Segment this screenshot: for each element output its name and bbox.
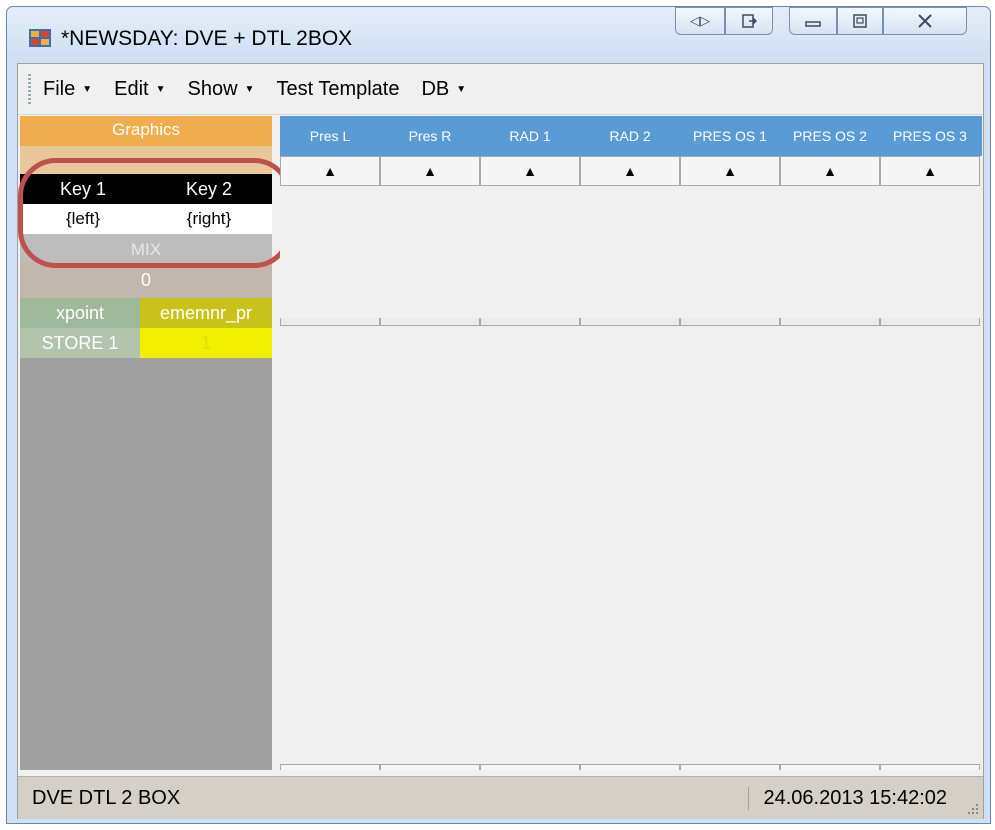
close-button[interactable] — [883, 7, 967, 35]
graphics-band — [20, 146, 272, 174]
scroll-down-button[interactable]: ▼ — [680, 764, 780, 770]
scroll-up-button[interactable]: ▲ — [580, 156, 680, 186]
up-arrow-icon: ▲ — [523, 163, 537, 179]
menu-test-template[interactable]: Test Template — [276, 78, 399, 101]
channel-strip-row — [280, 318, 982, 326]
channel-strip[interactable] — [880, 318, 980, 326]
minimize-icon — [805, 21, 821, 27]
channel-strip[interactable] — [580, 318, 680, 326]
dropdown-caret-icon: ▼ — [456, 83, 467, 95]
key-value-row: {left} {right} — [20, 204, 272, 234]
up-arrow-icon: ▲ — [723, 163, 737, 179]
mix-value[interactable]: 0 — [20, 262, 272, 298]
store-row: STORE 1 1 — [20, 328, 272, 358]
scroll-up-button[interactable]: ▲ — [480, 156, 580, 186]
column-header-row: Pres L Pres R RAD 1 RAD 2 PRES OS 1 PRES… — [280, 116, 982, 156]
scroll-down-button[interactable]: ▼ — [380, 764, 480, 770]
window-title: *NEWSDAY: DVE + DTL 2BOX — [61, 27, 353, 50]
mix-label: MIX — [20, 234, 272, 262]
key1-value[interactable]: {left} — [20, 204, 146, 234]
up-arrow-icon: ▲ — [423, 163, 437, 179]
dropdown-caret-icon: ▼ — [82, 83, 93, 95]
menu-file[interactable]: File ▼ — [43, 78, 92, 101]
channel-grid: Pres L Pres R RAD 1 RAD 2 PRES OS 1 PRES… — [280, 116, 982, 770]
scroll-down-button[interactable]: ▼ — [280, 764, 380, 770]
scroll-up-button[interactable]: ▲ — [780, 156, 880, 186]
app-window: *NEWSDAY: DVE + DTL 2BOX ◁▷ File ▼ Edit ▼ … — [6, 6, 991, 824]
status-bar: DVE DTL 2 BOX 24.06.2013 15:42:02 — [18, 776, 983, 819]
store-value[interactable]: 1 — [140, 328, 272, 358]
xpoint-row: xpoint ememnr_pr — [20, 298, 272, 328]
dropdown-caret-icon: ▼ — [155, 83, 166, 95]
scroll-up-button[interactable]: ▲ — [380, 156, 480, 186]
column-header[interactable]: PRES OS 3 — [880, 116, 980, 156]
scroll-down-button[interactable]: ▼ — [880, 764, 980, 770]
maximize-button[interactable] — [837, 7, 883, 35]
menu-edit[interactable]: Edit ▼ — [114, 78, 165, 101]
key2-value[interactable]: {right} — [146, 204, 272, 234]
status-timestamp: 24.06.2013 15:42:02 — [748, 787, 947, 810]
resize-grip-icon[interactable] — [965, 801, 979, 815]
key2-label: Key 2 — [185, 179, 233, 199]
up-arrow-icon: ▲ — [923, 163, 937, 179]
scroll-down-row: ▼ ▼ ▼ ▼ ▼ ▼ ▼ — [280, 764, 982, 770]
minimize-button[interactable] — [789, 7, 837, 35]
column-header[interactable]: PRES OS 1 — [680, 116, 780, 156]
up-arrow-icon: ▲ — [323, 163, 337, 179]
scroll-up-row: ▲ ▲ ▲ ▲ ▲ ▲ ▲ — [280, 156, 982, 186]
ltr-rtl-icon: ◁▷ — [690, 13, 710, 28]
scroll-down-button[interactable]: ▼ — [780, 764, 880, 770]
channel-strip[interactable] — [480, 318, 580, 326]
channel-strip[interactable] — [780, 318, 880, 326]
client-area: File ▼ Edit ▼ Show ▼ Test Template DB ▼ Grap… — [17, 63, 984, 819]
key1-label: Key 1 — [59, 179, 107, 199]
scroll-up-button[interactable]: ▲ — [280, 156, 380, 186]
graphics-header[interactable]: Graphics — [20, 116, 272, 146]
window-pin-icon — [742, 14, 757, 28]
column-header[interactable]: RAD 2 — [580, 116, 680, 156]
dropdown-caret-icon: ▼ — [244, 83, 255, 95]
left-panel: Graphics Key 1 Key 2 {left} {right} MIX … — [20, 116, 272, 770]
channel-strip[interactable] — [680, 318, 780, 326]
column-header[interactable]: RAD 1 — [480, 116, 580, 156]
menu-show[interactable]: Show ▼ — [188, 78, 255, 101]
title-bar[interactable]: *NEWSDAY: DVE + DTL 2BOX ◁▷ — [7, 7, 990, 59]
status-template-name: DVE DTL 2 BOX — [32, 787, 181, 809]
xpoint-value[interactable]: ememnr_pr — [140, 298, 272, 328]
scroll-down-button[interactable]: ▼ — [480, 764, 580, 770]
scroll-up-button[interactable]: ▲ — [680, 156, 780, 186]
pin-button[interactable] — [725, 7, 773, 35]
xpoint-label: xpoint — [20, 298, 140, 328]
column-header[interactable]: Pres R — [380, 116, 480, 156]
app-icon — [29, 29, 51, 47]
menu-bar: File ▼ Edit ▼ Show ▼ Test Template DB ▼ — [18, 64, 983, 115]
channel-strip[interactable] — [280, 318, 380, 326]
column-header[interactable]: PRES OS 2 — [780, 116, 880, 156]
maximize-icon — [853, 14, 867, 28]
column-header[interactable]: Pres L — [280, 116, 380, 156]
key-header-row: Key 1 Key 2 — [20, 174, 272, 204]
up-arrow-icon: ▲ — [623, 163, 637, 179]
scroll-up-button[interactable]: ▲ — [880, 156, 980, 186]
scroll-down-button[interactable]: ▼ — [580, 764, 680, 770]
up-arrow-icon: ▲ — [823, 163, 837, 179]
store-label: STORE 1 — [20, 328, 140, 358]
close-icon — [918, 14, 932, 28]
menu-grip[interactable] — [28, 74, 31, 104]
channel-strip[interactable] — [380, 318, 480, 326]
ltr-rtl-button[interactable]: ◁▷ — [675, 7, 725, 35]
menu-db[interactable]: DB ▼ — [421, 78, 466, 101]
